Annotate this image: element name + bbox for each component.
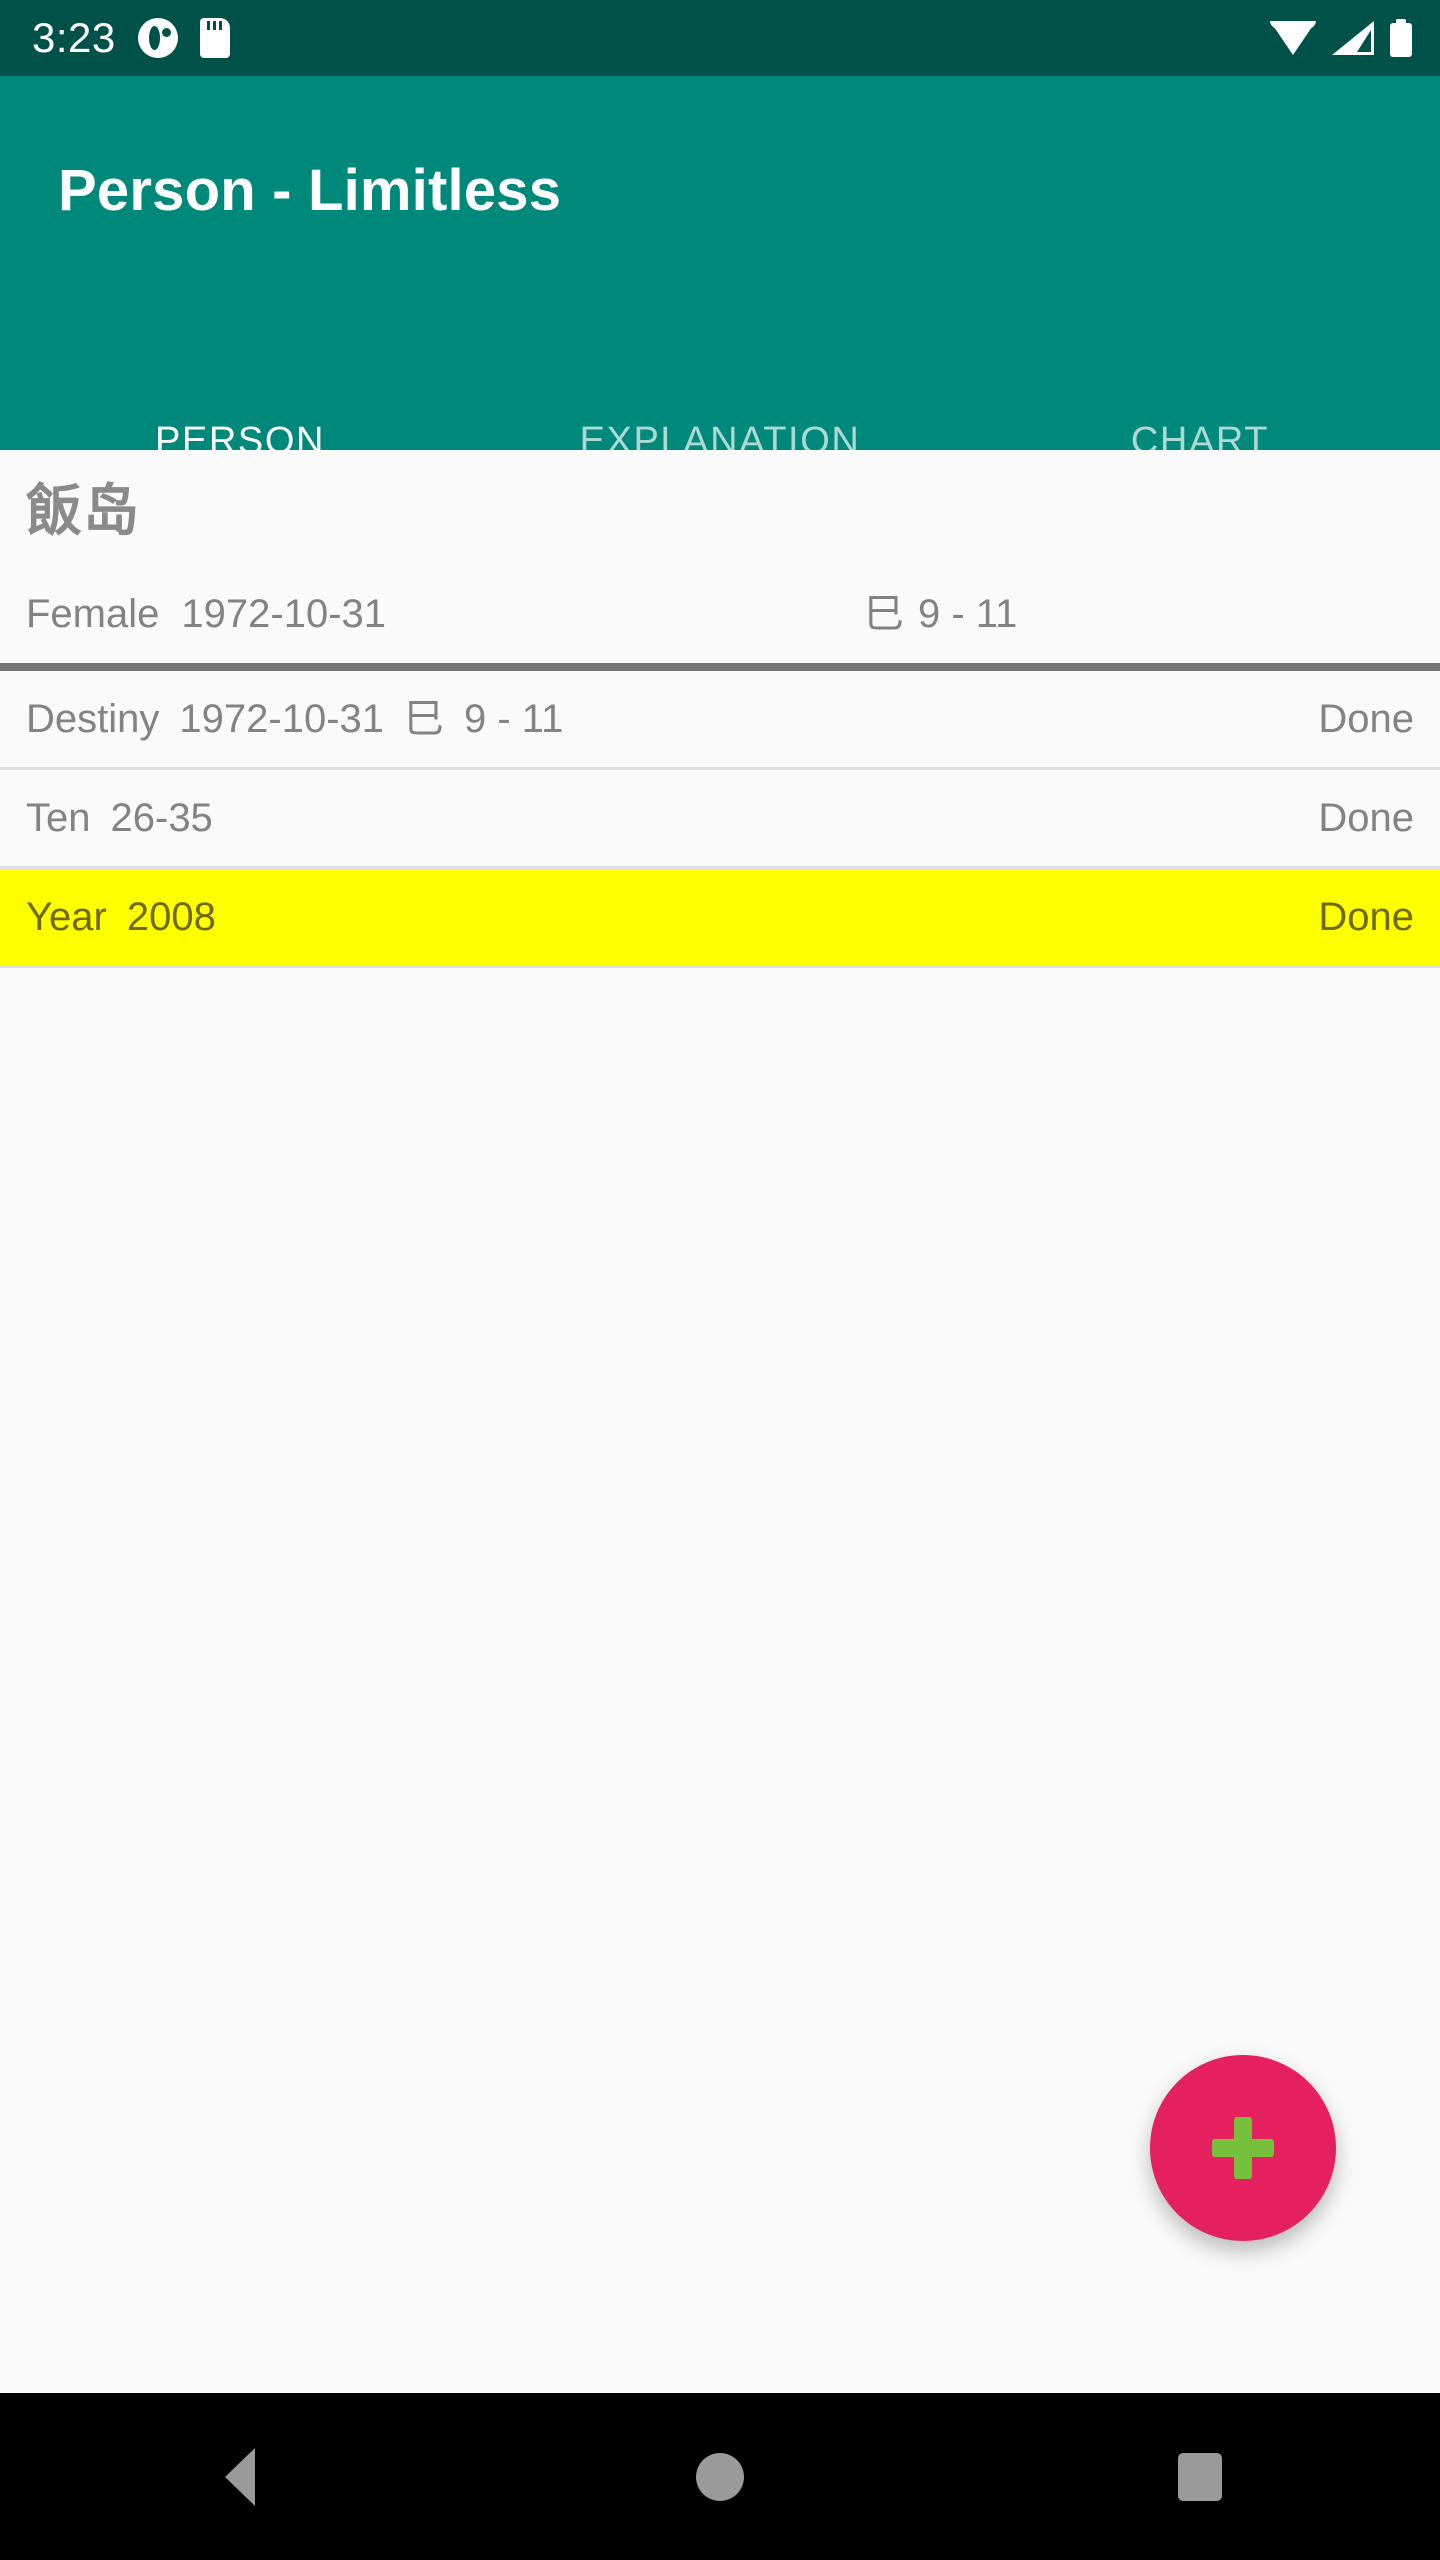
app-bar: Person - Limitless PERSON EXPLANATION CH…	[0, 76, 1440, 527]
plus-icon	[1212, 2117, 1274, 2179]
person-name: 飯岛	[26, 479, 140, 542]
row-label: Destiny	[26, 697, 160, 741]
status-bar: 3:23	[0, 0, 1440, 76]
person-meta: Female 1972-10-31 巳 9 - 11	[26, 594, 1414, 634]
status-bar-right	[1270, 19, 1412, 57]
status-bar-left: 3:23	[32, 17, 1270, 59]
row-extra: 9 - 11	[464, 697, 564, 741]
row-content: Year 2008	[26, 897, 1318, 937]
status-badge: Done	[1318, 895, 1414, 939]
row-content: Destiny 1972-10-31 巳 9 - 11	[26, 699, 1318, 739]
person-zodiac-hours: 9 - 11	[918, 592, 1018, 636]
status-badge: Done	[1318, 697, 1414, 741]
nav-back-button[interactable]	[0, 2393, 480, 2560]
cellular-signal-icon	[1332, 21, 1374, 55]
table-row[interactable]: Destiny 1972-10-31 巳 9 - 11 Done	[0, 671, 1440, 770]
content-area: 飯岛 Female 1972-10-31 巳 9 - 11 Destiny 19…	[0, 451, 1440, 2393]
header-divider	[0, 663, 1440, 671]
row-value: 2008	[126, 895, 216, 939]
phone-screen: 3:23 Person - Limitless PERSON EXPLANATI…	[0, 0, 1440, 2560]
home-icon	[696, 2452, 744, 2501]
battery-icon	[1390, 19, 1412, 57]
status-badge: Done	[1318, 796, 1414, 840]
back-icon	[225, 2447, 255, 2506]
status-bar-clock: 3:23	[32, 14, 116, 61]
zodiac-snake-icon: 巳	[404, 696, 444, 742]
person-birth-date: 1972-10-31	[181, 592, 386, 636]
row-value: 26-35	[110, 796, 213, 840]
person-meta-left: Female 1972-10-31	[26, 594, 386, 634]
recents-icon	[1178, 2452, 1222, 2501]
table-row[interactable]: Year 2008 Done	[0, 869, 1440, 968]
nav-home-button[interactable]	[480, 2393, 960, 2560]
row-label: Year	[26, 895, 107, 939]
row-content: Ten 26-35	[26, 798, 1318, 838]
table-row[interactable]: Ten 26-35 Done	[0, 770, 1440, 869]
add-button[interactable]	[1150, 2055, 1336, 2241]
wifi-icon	[1270, 21, 1316, 55]
nav-recents-button[interactable]	[960, 2393, 1440, 2560]
row-label: Ten	[26, 796, 91, 840]
android-nav-bar	[0, 2393, 1440, 2560]
person-zodiac: 巳 9 - 11	[864, 594, 1017, 634]
row-value: 1972-10-31	[179, 697, 384, 741]
page-title: Person - Limitless	[58, 158, 562, 223]
zodiac-snake-icon: 巳	[864, 591, 904, 637]
notification-icon	[137, 18, 178, 58]
person-gender: Female	[26, 592, 160, 636]
sd-card-icon	[199, 18, 230, 58]
person-header: 飯岛 Female 1972-10-31 巳 9 - 11	[0, 451, 1440, 663]
